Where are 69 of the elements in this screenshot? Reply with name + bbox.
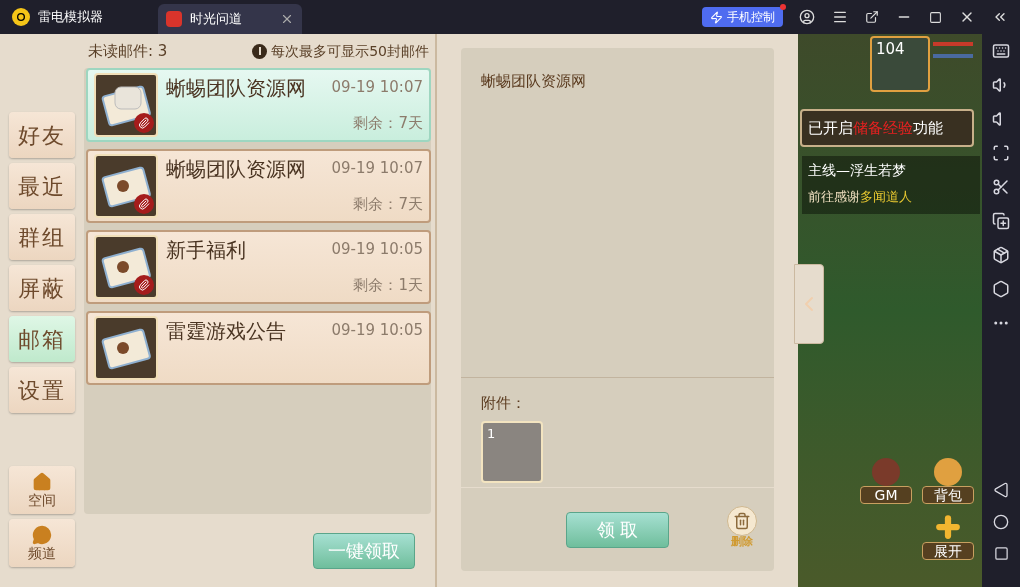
mail-remaining: 剩余：1天 xyxy=(353,274,423,296)
mail-time: 09-19 10:05 xyxy=(331,320,423,341)
paperclip-icon xyxy=(134,275,154,295)
scissors-icon[interactable] xyxy=(992,178,1010,196)
paperclip-icon xyxy=(134,113,154,133)
mail-time: 09-19 10:07 xyxy=(331,158,423,179)
popout-icon[interactable] xyxy=(865,10,879,24)
attachments-label: 附件： xyxy=(481,393,527,414)
plus-icon xyxy=(933,512,963,542)
mp-bar xyxy=(933,54,973,58)
close-icon[interactable] xyxy=(280,12,294,26)
warning-icon xyxy=(252,43,268,59)
nav-tab[interactable]: 群组 xyxy=(9,214,75,260)
home-icon xyxy=(32,472,52,492)
maximize-icon[interactable] xyxy=(929,10,942,24)
multi-window-icon[interactable] xyxy=(992,212,1010,230)
back-icon[interactable] xyxy=(993,482,1009,498)
mail-item[interactable]: 新手福利 09-19 10:05 剩余：1天 xyxy=(86,230,431,304)
gm-button[interactable]: GM xyxy=(860,454,912,504)
keyboard-icon[interactable] xyxy=(992,42,1010,60)
mail-remaining: 剩余：7天 xyxy=(353,112,423,134)
mail-body: 蜥蜴团队资源网 xyxy=(481,71,587,92)
paperclip-icon xyxy=(134,194,154,214)
mail-limit-notice: 每次最多可显示50封邮件 xyxy=(271,41,429,61)
expand-button[interactable]: 展开 xyxy=(922,510,974,560)
account-icon[interactable] xyxy=(799,9,815,25)
mail-item[interactable]: 蜥蜴团队资源网 09-19 10:07 剩余：7天 xyxy=(86,149,431,223)
character-level: 104 xyxy=(876,39,905,60)
feature-notice: 已开启储备经验功能 xyxy=(800,109,974,147)
chat-icon xyxy=(32,525,52,545)
character-portrait[interactable]: 104 xyxy=(870,36,930,92)
menu-icon[interactable] xyxy=(832,9,848,25)
mail-time: 09-19 10:07 xyxy=(331,77,423,98)
lightning-icon xyxy=(710,10,723,24)
mail-sender: 雷霆游戏公告 xyxy=(166,319,286,343)
mail-sender: 蜥蜴团队资源网 xyxy=(166,76,306,100)
nav-tab[interactable]: 最近 xyxy=(9,163,75,209)
opened-letter-drawing xyxy=(101,83,151,127)
quest-task: 前往感谢多闻道人 xyxy=(808,188,913,206)
attachment-item[interactable]: 1 xyxy=(481,420,543,483)
mail-sender: 新手福利 xyxy=(166,238,246,262)
phone-control-button[interactable]: 手机控制 xyxy=(702,7,783,27)
mail-item[interactable]: 雷霆游戏公告 09-19 10:05 xyxy=(86,311,431,385)
quest-title: 主线—浮生若梦 xyxy=(808,161,907,180)
avatar-icon xyxy=(872,458,900,486)
mail-time: 09-19 10:05 xyxy=(331,239,423,260)
mail-sender: 蜥蜴团队资源网 xyxy=(166,157,306,181)
unread-count: 未读邮件: 3 xyxy=(88,40,168,62)
app-tab[interactable]: 时光问道 xyxy=(158,4,302,34)
recents-icon[interactable] xyxy=(993,546,1009,561)
quest-panel[interactable]: 主线—浮生若梦 前往感谢多闻道人 xyxy=(802,156,980,214)
channel-button[interactable]: 频道 xyxy=(9,519,75,567)
game-logo-icon xyxy=(166,11,182,27)
hp-bar xyxy=(933,42,973,46)
nav-tab[interactable]: 邮箱 xyxy=(9,316,75,362)
space-button[interactable]: 空间 xyxy=(9,466,75,514)
nav-tab[interactable]: 屏蔽 xyxy=(9,265,75,311)
nav-tab[interactable]: 好友 xyxy=(9,112,75,158)
nav-tab[interactable]: 设置 xyxy=(9,367,75,413)
app-name: 雷电模拟器 xyxy=(38,8,103,27)
mail-remaining: 剩余：7天 xyxy=(353,193,423,215)
item-count: 1 xyxy=(487,424,496,443)
screenshot-icon[interactable] xyxy=(992,144,1010,162)
bag-icon xyxy=(934,458,962,486)
home-icon[interactable] xyxy=(993,514,1009,530)
bag-button[interactable]: 背包 xyxy=(922,454,974,504)
mail-item[interactable]: 蜥蜴团队资源网 09-19 10:07 剩余：7天 xyxy=(86,68,431,142)
app-logo-icon xyxy=(12,8,30,26)
trash-icon xyxy=(727,506,757,536)
